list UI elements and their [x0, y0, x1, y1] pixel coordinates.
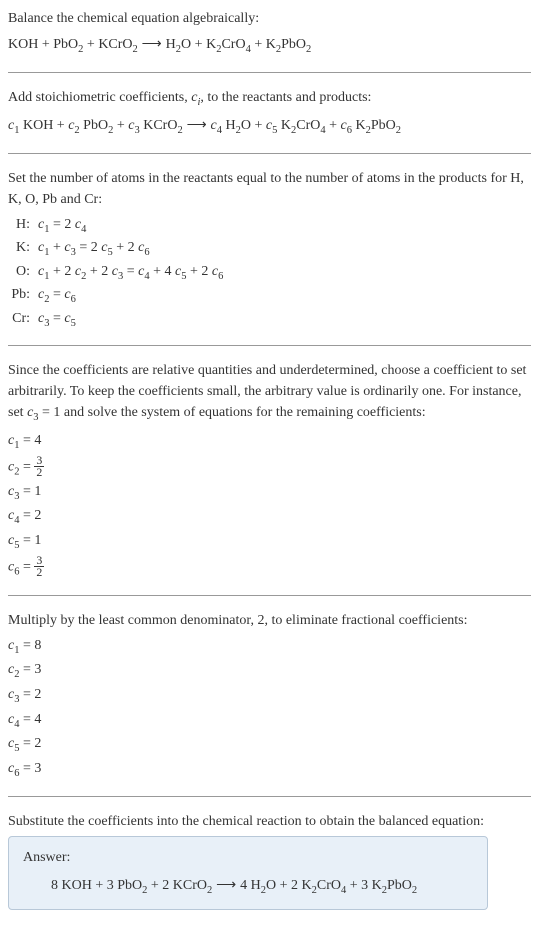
reactant-1: KOH: [8, 37, 38, 52]
stoich-equation: c1 KOH + c2 PbO2 + c3 KCrO2 ⟶ c4 H2O + c…: [8, 114, 531, 139]
coef-c4: c4 = 2: [8, 505, 531, 530]
product-2: K: [206, 37, 216, 52]
coef-list-integer: c1 = 8 c2 = 3 c3 = 2 c4 = 4 c5 = 2 c6 = …: [8, 635, 531, 783]
stoich-text: Add stoichiometric coefficients, ci, to …: [8, 87, 531, 111]
atom-balance-table: H: c1 = 2 c4 K: c1 + c3 = 2 c5 + 2 c6 O:…: [8, 214, 223, 332]
coef-c6: c6 = 32: [8, 555, 531, 581]
coef-c2-int: c2 = 3: [8, 659, 531, 684]
atom-row-pb: Pb: c2 = c6: [8, 284, 223, 308]
section-stoichiometric: Add stoichiometric coefficients, ci, to …: [8, 87, 531, 139]
coef-c5-int: c5 = 2: [8, 733, 531, 758]
divider: [8, 153, 531, 154]
atom-row-cr: Cr: c3 = c5: [8, 308, 223, 332]
solve-text: Since the coefficients are relative quan…: [8, 360, 531, 426]
unbalanced-equation: KOH + PbO2 + KCrO2 ⟶ H2O + K2CrO4 + K2Pb…: [8, 33, 531, 58]
arrow-icon: ⟶: [212, 876, 240, 892]
section-atom-balance: Set the number of atoms in the reactants…: [8, 168, 531, 332]
product-3: K: [266, 37, 276, 52]
coef-c5: c5 = 1: [8, 530, 531, 555]
product-1: H: [166, 37, 176, 52]
reactant-2: PbO: [53, 37, 78, 52]
divider: [8, 72, 531, 73]
answer-label: Answer:: [23, 847, 473, 868]
section-answer: Substitute the coefficients into the che…: [8, 811, 531, 910]
arrow-icon: ⟶: [183, 116, 211, 132]
intro-text: Balance the chemical equation algebraica…: [8, 8, 531, 29]
coef-c3: c3 = 1: [8, 481, 531, 506]
reactant-3: KCrO: [98, 37, 132, 52]
atom-balance-text: Set the number of atoms in the reactants…: [8, 168, 531, 210]
section-multiply: Multiply by the least common denominator…: [8, 610, 531, 783]
answer-intro: Substitute the coefficients into the che…: [8, 811, 531, 832]
section-balance-intro: Balance the chemical equation algebraica…: [8, 8, 531, 58]
coef-c6-int: c6 = 3: [8, 758, 531, 783]
coef-c1: c1 = 4: [8, 430, 531, 455]
divider: [8, 345, 531, 346]
section-solve: Since the coefficients are relative quan…: [8, 360, 531, 580]
coef-c4-int: c4 = 4: [8, 709, 531, 734]
answer-box: Answer: 8 KOH + 3 PbO2 + 2 KCrO2 ⟶ 4 H2O…: [8, 836, 488, 910]
coef-list-fractional: c1 = 4 c2 = 32 c3 = 1 c4 = 2 c5 = 1 c6 =…: [8, 430, 531, 581]
atom-row-k: K: c1 + c3 = 2 c5 + 2 c6: [8, 237, 223, 261]
arrow-icon: ⟶: [138, 35, 166, 51]
multiply-text: Multiply by the least common denominator…: [8, 610, 531, 631]
atom-row-h: H: c1 = 2 c4: [8, 214, 223, 238]
coef-c3-int: c3 = 2: [8, 684, 531, 709]
coef-c1-int: c1 = 8: [8, 635, 531, 660]
divider: [8, 595, 531, 596]
atom-row-o: O: c1 + 2 c2 + 2 c3 = c4 + 4 c5 + 2 c6: [8, 261, 223, 285]
balanced-equation: 8 KOH + 3 PbO2 + 2 KCrO2 ⟶ 4 H2O + 2 K2C…: [23, 874, 473, 899]
coef-c2: c2 = 32: [8, 455, 531, 481]
divider: [8, 796, 531, 797]
